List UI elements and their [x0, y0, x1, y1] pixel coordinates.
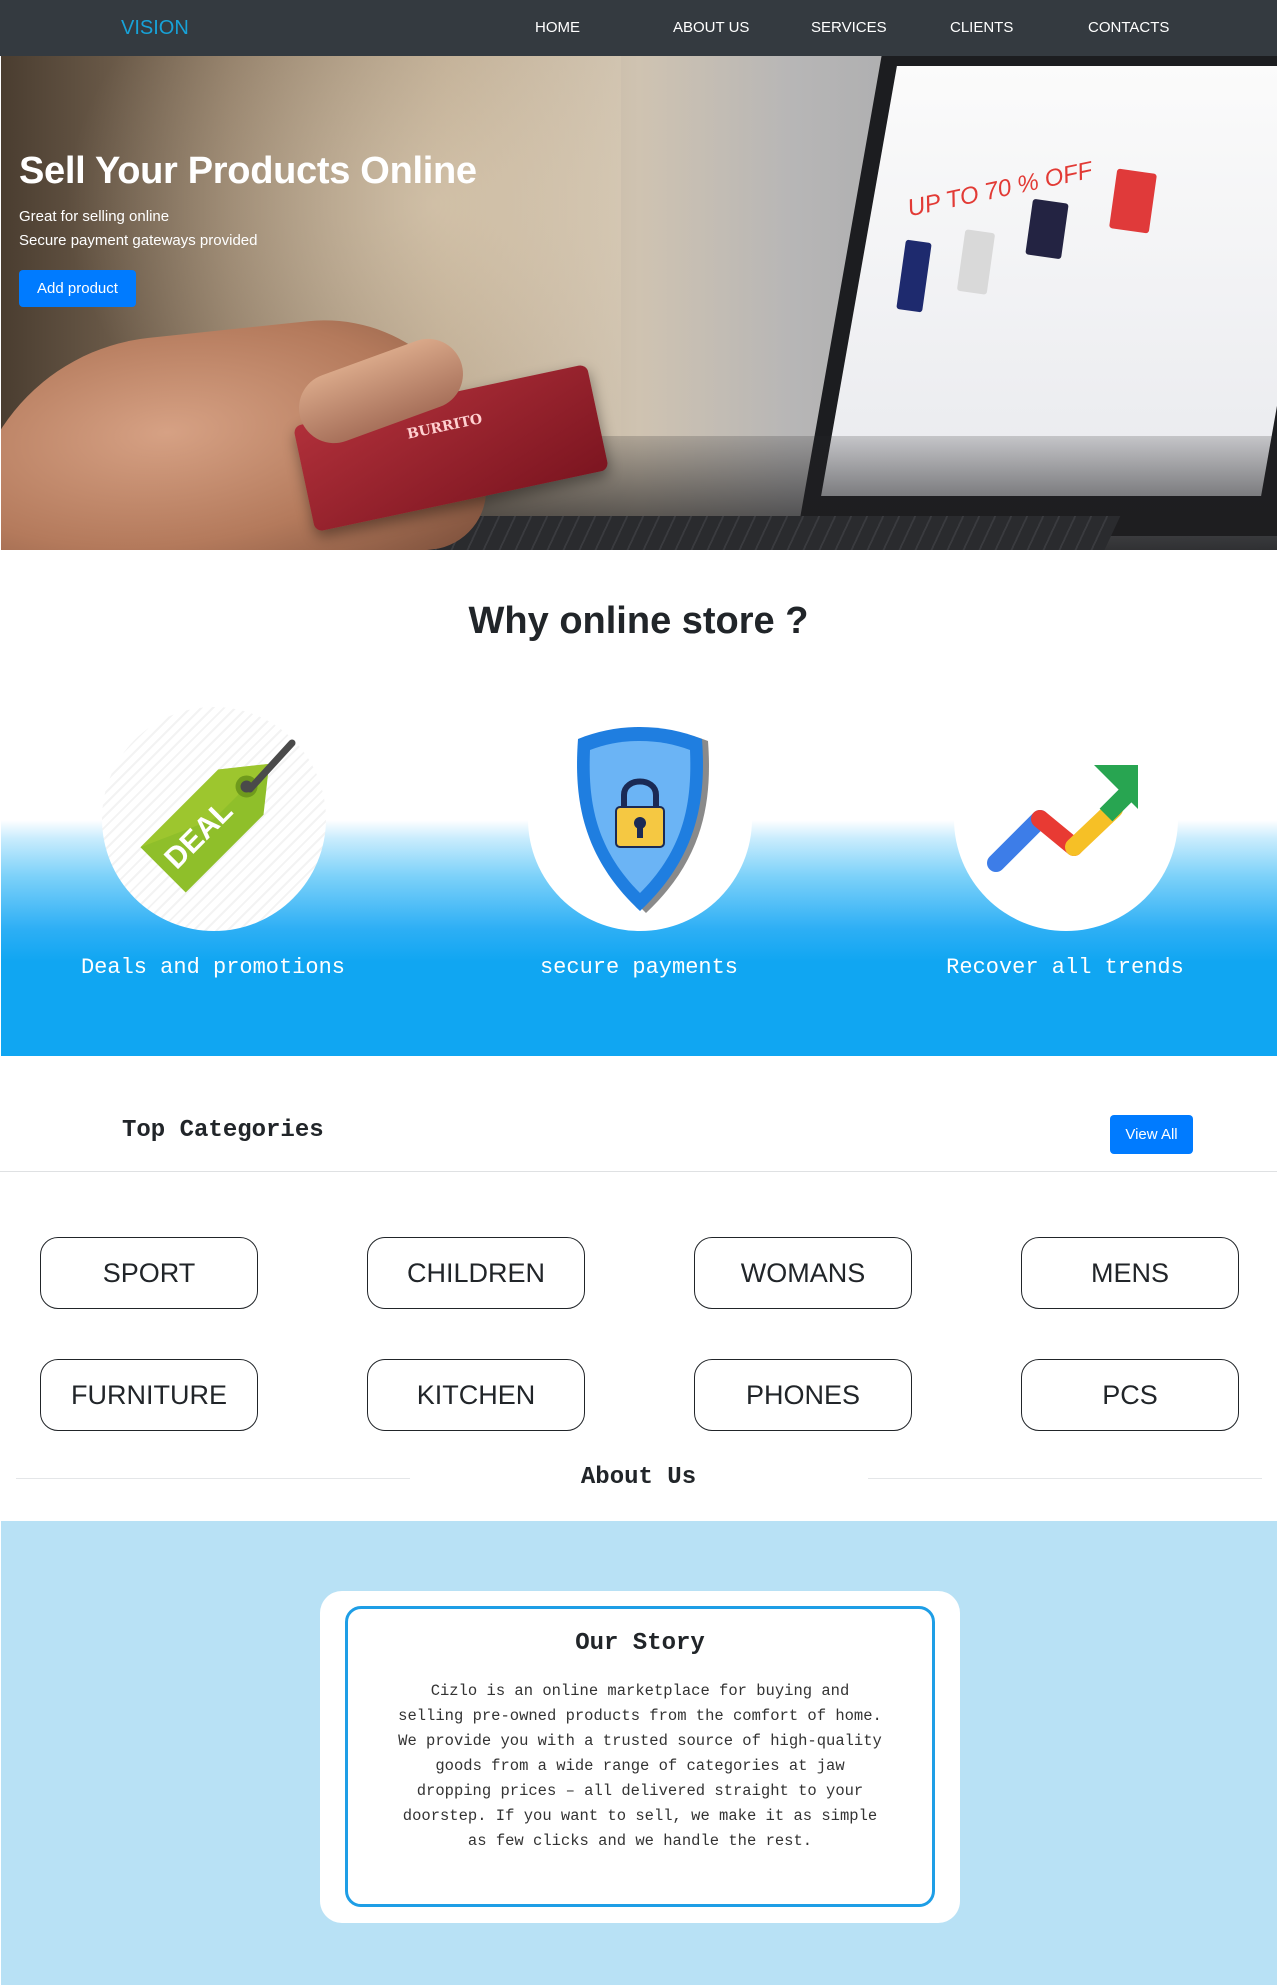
hero-keyboard [401, 516, 1121, 550]
feature-label-trends: Recover all trends [946, 955, 1184, 980]
hero-banner: UP TO 70 % OFF BURRITO [1, 56, 1277, 550]
category-button-womans[interactable]: WOMANS [694, 1237, 912, 1309]
hero-screen-product [1025, 198, 1069, 260]
why-section-title: Why online store ? [468, 600, 809, 642]
category-button-mens[interactable]: MENS [1021, 1237, 1239, 1309]
brand-logo-link[interactable]: VISION [121, 17, 189, 40]
deal-tag-icon: DEAL [140, 739, 296, 893]
hero-card-text: BURRITO [405, 411, 484, 443]
nav-item-services[interactable]: SERVICES [811, 19, 887, 36]
category-button-pcs[interactable]: PCS [1021, 1359, 1239, 1431]
hero-laptop-screen [821, 66, 1277, 496]
add-product-button[interactable]: Add product [19, 270, 136, 307]
hero-subtitle: Great for selling online [19, 208, 170, 225]
nav-item-clients[interactable]: CLIENTS [950, 19, 1013, 36]
top-navbar: VISION HOME ABOUT US SERVICES CLIENTS CO… [0, 0, 1277, 56]
story-text: Cizlo is an online marketplace for buyin… [398, 1682, 882, 1850]
feature-label-secure: secure payments [539, 955, 739, 980]
story-title: Our Story [575, 1630, 705, 1657]
hero-title: Sell Your Products Online [19, 150, 477, 192]
feature-circle-trends [954, 707, 1178, 931]
nav-item-about-us[interactable]: ABOUT US [673, 19, 749, 36]
category-button-sport[interactable]: SPORT [40, 1237, 258, 1309]
about-us-heading: About Us [580, 1464, 697, 1491]
category-button-kitchen[interactable]: KITCHEN [367, 1359, 585, 1431]
category-button-children[interactable]: CHILDREN [367, 1237, 585, 1309]
feature-circle-deals: DEAL [102, 707, 326, 931]
top-categories-heading: Top Categories [122, 1117, 324, 1144]
hero-subtitle: Secure payment gateways provided [19, 232, 258, 249]
category-button-phones[interactable]: PHONES [694, 1359, 912, 1431]
feature-label-deals: Deals and promotions [80, 955, 346, 980]
divider [0, 1171, 1277, 1172]
shield-lock-icon [577, 727, 709, 913]
nav-item-home[interactable]: HOME [535, 19, 580, 36]
trend-arrow-icon [987, 765, 1138, 872]
view-all-button[interactable]: View All [1110, 1115, 1193, 1154]
nav-item-contacts[interactable]: CONTACTS [1088, 19, 1169, 36]
hero-screen-product [1109, 168, 1157, 234]
feature-circle-secure [528, 707, 752, 931]
category-button-furniture[interactable]: FURNITURE [40, 1359, 258, 1431]
